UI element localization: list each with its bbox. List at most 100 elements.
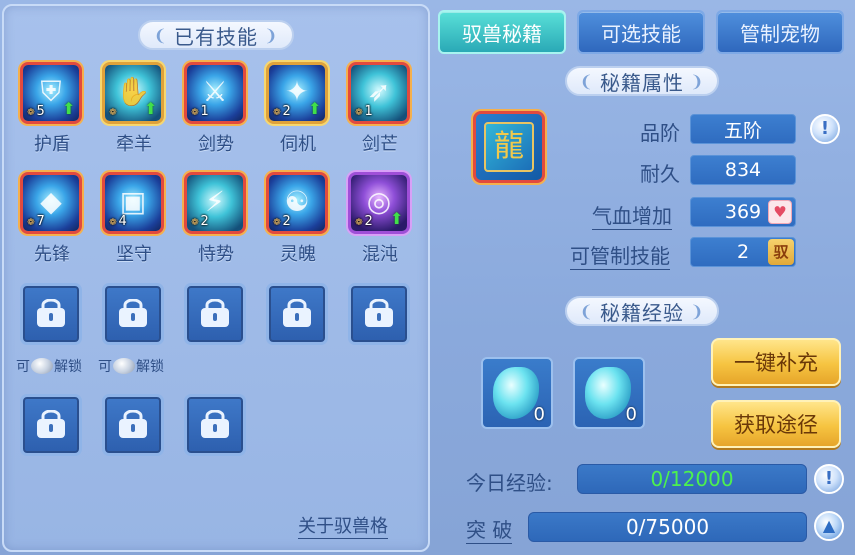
skill-icon[interactable]: ✦ ❁ 2 ⬆ [266, 62, 328, 124]
skill-level: ❁ 2 [273, 214, 291, 229]
paw-icon: ❁ [273, 108, 281, 118]
skill-level-number: 2 [282, 104, 291, 119]
skill-level: ❁ 4 [109, 214, 127, 229]
paw-icon: ❁ [273, 218, 281, 228]
exp-item-slot[interactable]: 0 [573, 357, 645, 429]
skill-slot[interactable]: ▣ ❁ 4 坚守 [102, 172, 166, 266]
paw-icon: ❁ [355, 218, 363, 228]
tab-pet-book[interactable]: 驭兽秘籍 [438, 10, 566, 54]
locked-slot[interactable] [20, 283, 82, 345]
source-button[interactable]: 获取途径 [711, 400, 841, 448]
unlock-hint: 可 解锁 [16, 358, 82, 375]
skill-icon[interactable]: ◆ ❁ 7 [20, 172, 82, 234]
today-exp-bar: 0/12000 [577, 464, 807, 494]
skill-level: ❁ [109, 104, 119, 119]
grade-value: 五阶 [690, 114, 796, 144]
spirit-beast-icon [585, 367, 631, 419]
refill-button[interactable]: 一键补充 [711, 338, 841, 386]
lock-icon [37, 410, 65, 438]
skill-icon[interactable]: ◎ ❁ 2 ⬆ [348, 172, 410, 234]
breakthrough-label[interactable]: 突 破 [466, 514, 513, 544]
skill-icon[interactable]: ✋ ❁ ⬆ [102, 62, 164, 124]
skill-icon[interactable]: ▣ ❁ 4 [102, 172, 164, 234]
skill-level: ❁ 2 [191, 214, 209, 229]
skill-level-number: 2 [364, 214, 373, 229]
skill-icon[interactable]: ☯ ❁ 2 [266, 172, 328, 234]
skill-name: 伺机 [280, 134, 316, 155]
skill-slot[interactable]: ➶ ❁ 1 剑芒 [348, 62, 412, 156]
skill-slot[interactable]: ✦ ❁ 2 ⬆ 伺机 [266, 62, 330, 156]
skill-level-number: 7 [36, 214, 45, 229]
locked-slot[interactable] [348, 283, 410, 345]
lock-icon [365, 299, 393, 327]
lock-icon [119, 299, 147, 327]
owned-skills-title: ❨ 已有技能 ❩ [138, 20, 294, 50]
spirit-beast-icon [493, 367, 539, 419]
ribbon-curl-icon: ❩ [690, 71, 705, 91]
ribbon-curl-icon: ❨ [579, 301, 594, 321]
heart-icon: ♥ [768, 200, 792, 224]
item-count: 0 [533, 404, 545, 425]
skill-name: 混沌 [362, 244, 398, 265]
control-skill-label[interactable]: 可管制技能 [570, 240, 670, 270]
exp-item-slot[interactable]: 0 [481, 357, 553, 429]
skill-icon[interactable]: ⚔ ❁ 1 [184, 62, 246, 124]
paw-icon: ❁ [27, 218, 35, 228]
pet-skill-window: ❨ 已有技能 ❩ ⛨ ❁ 5 ⬆ 护盾 ✋ ❁ ⬆ 牵羊 ⚔ ❁ 1 剑势 ✦ ❁ 2 ⬆ 伺机 ➶ ❁ 1 剑芒 ◆ ❁ 7 先… [0, 0, 855, 555]
skill-icon[interactable]: ➶ ❁ 1 [348, 62, 410, 124]
skill-slot[interactable]: ✋ ❁ ⬆ 牵羊 [102, 62, 166, 156]
skill-slot[interactable]: ⚔ ❁ 1 剑势 [184, 62, 248, 156]
silver-coin-icon [31, 358, 53, 374]
skill-slot[interactable]: ⛨ ❁ 5 ⬆ 护盾 [20, 62, 84, 156]
skill-level: ❁ 1 [191, 104, 209, 119]
owned-skills-panel: ❨ 已有技能 ❩ ⛨ ❁ 5 ⬆ 护盾 ✋ ❁ ⬆ 牵羊 ⚔ ❁ 1 剑势 ✦ ❁ 2 ⬆ 伺机 ➶ ❁ 1 剑芒 ◆ ❁ 7 先… [2, 4, 430, 552]
skill-level: ❁ 7 [27, 214, 45, 229]
locked-slot[interactable] [20, 394, 82, 456]
grade-label: 品阶 [640, 121, 680, 145]
locked-slot[interactable] [184, 283, 246, 345]
skill-name: 剑芒 [362, 134, 398, 155]
skill-level: ❁ 2 [355, 214, 373, 229]
paw-icon: ❁ [191, 108, 199, 118]
today-exp-label: 今日经验: [466, 471, 553, 495]
locked-slot[interactable] [102, 283, 164, 345]
skill-name: 灵魄 [280, 244, 316, 265]
locked-slot[interactable] [102, 394, 164, 456]
skill-name: 剑势 [198, 134, 234, 155]
locked-slot[interactable] [266, 283, 328, 345]
skill-level: ❁ 1 [355, 104, 373, 119]
skill-slot[interactable]: ☯ ❁ 2 灵魄 [266, 172, 330, 266]
dragon-emblem-icon: 龍 [484, 122, 534, 172]
breakthrough-bar: 0/75000 [528, 512, 807, 542]
upgrade-arrow-icon[interactable]: ▲ [814, 511, 844, 541]
upgrade-arrow-icon: ⬆ [390, 209, 404, 228]
skill-level-number: 2 [282, 214, 291, 229]
paw-icon: ❁ [109, 108, 117, 118]
skill-level-number: 2 [200, 214, 209, 229]
upgrade-arrow-icon: ⬆ [144, 99, 158, 118]
info-icon[interactable]: ! [810, 114, 840, 144]
durability-value: 834 [690, 155, 796, 185]
skill-level: ❁ 2 [273, 104, 291, 119]
skill-icon[interactable]: ⛨ ❁ 5 ⬆ [20, 62, 82, 124]
hp-bonus-label[interactable]: 气血增加 [592, 200, 672, 230]
skill-slot[interactable]: ◆ ❁ 7 先锋 [20, 172, 84, 266]
tab-optional-skills[interactable]: 可选技能 [577, 10, 705, 54]
info-icon[interactable]: ! [814, 464, 844, 494]
skill-icon[interactable]: ⚡ ❁ 2 [184, 172, 246, 234]
book-attributes-title: ❨ 秘籍属性 ❩ [565, 66, 719, 96]
skill-name: 先锋 [34, 244, 70, 265]
skill-slot[interactable]: ⚡ ❁ 2 恃势 [184, 172, 248, 266]
skill-slot[interactable]: ◎ ❁ 2 ⬆ 混沌 [348, 172, 412, 266]
tab-controlled-pets[interactable]: 管制宠物 [716, 10, 844, 54]
pet-book-icon[interactable]: 龍 [473, 111, 545, 183]
about-pet-slots-link[interactable]: 关于驭兽格 [298, 512, 388, 539]
ribbon-curl-icon: ❩ [264, 25, 279, 45]
skill-level: ❁ 5 [27, 104, 45, 119]
locked-slot[interactable] [184, 394, 246, 456]
skill-name: 牵羊 [116, 134, 152, 155]
upgrade-arrow-icon: ⬆ [62, 99, 76, 118]
paw-icon: ❁ [109, 218, 117, 228]
unlock-hint: 可 解锁 [98, 358, 164, 375]
item-count: 0 [625, 404, 637, 425]
